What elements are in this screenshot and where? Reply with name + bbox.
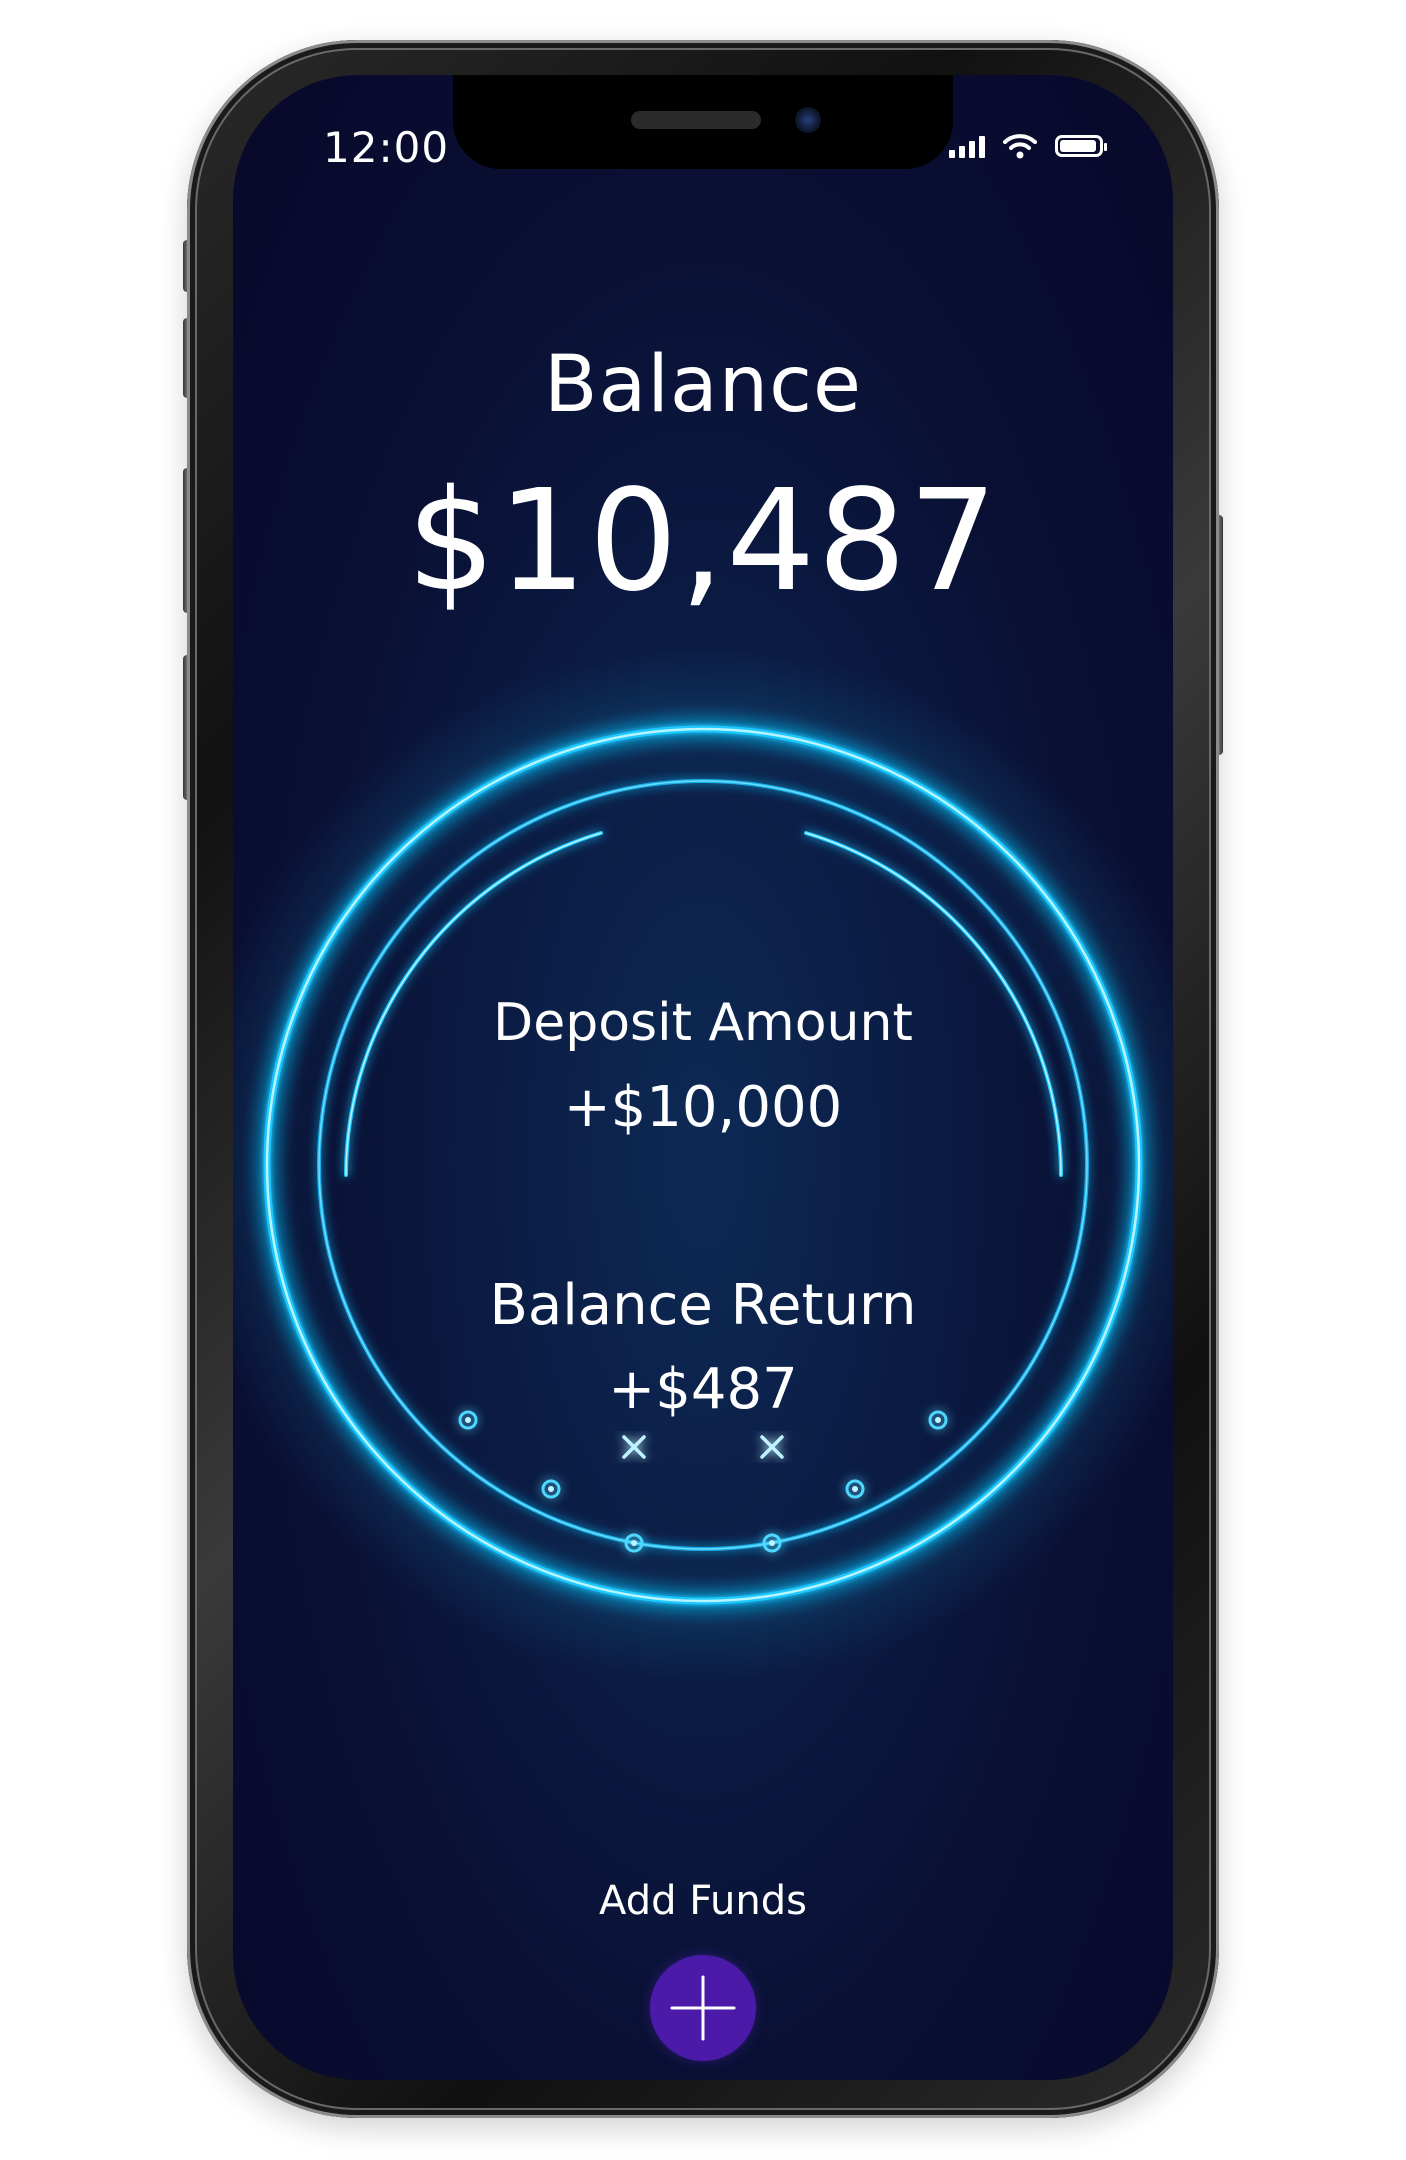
- stage: 12:00 Balance $10,487 Deposit Amount +$1…: [0, 0, 1406, 2160]
- add-funds-button[interactable]: [650, 1955, 756, 2061]
- signal-icon: [949, 134, 985, 158]
- add-funds-label: Add Funds: [599, 1878, 807, 1924]
- phone-screen: 12:00 Balance $10,487 Deposit Amount +$1…: [233, 75, 1173, 2080]
- balance-return-label: Balance Return: [489, 1273, 917, 1338]
- deposit-amount-value: +$10,000: [563, 1075, 843, 1140]
- wifi-icon: [1003, 134, 1037, 159]
- deposit-amount-label: Deposit Amount: [493, 993, 913, 1053]
- battery-icon: [1055, 135, 1107, 157]
- battery-level-fill: [1060, 140, 1096, 152]
- earpiece-speaker: [631, 111, 761, 129]
- plus-icon: [670, 1975, 736, 2041]
- balance-title: Balance: [543, 340, 863, 430]
- status-time: 12:00: [323, 123, 450, 172]
- notch: [453, 75, 953, 169]
- front-camera: [795, 107, 821, 133]
- balance-amount: $10,487: [406, 460, 1000, 623]
- balance-return-value: +$487: [608, 1357, 798, 1422]
- status-icons: [949, 133, 1107, 159]
- ring-halo: [233, 645, 1173, 1685]
